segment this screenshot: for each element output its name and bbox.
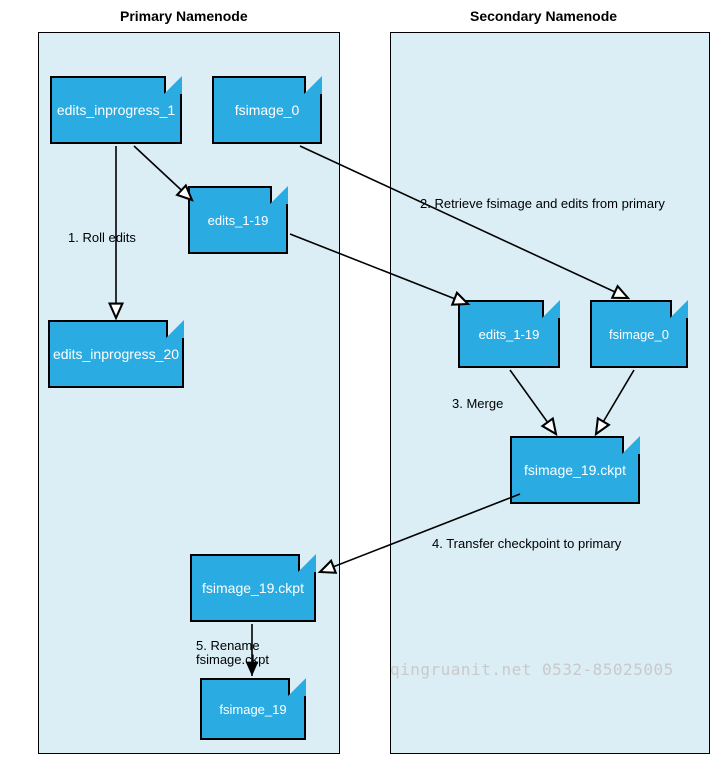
file-label: fsimage_19 bbox=[219, 702, 286, 717]
file-fsimage-0-secondary: fsimage_0 bbox=[590, 300, 688, 368]
page-fold-icon bbox=[288, 678, 306, 696]
file-edits-1-19-secondary: edits_1-19 bbox=[458, 300, 560, 368]
annot-step-1: 1. Roll edits bbox=[68, 230, 136, 247]
page-fold-icon bbox=[304, 76, 322, 94]
file-edits-inprogress-1: edits_inprogress_1 bbox=[50, 76, 182, 144]
file-fsimage-19-ckpt-secondary: fsimage_19.ckpt bbox=[510, 436, 640, 504]
annot-step-2: 2. Retrieve fsimage and edits from prima… bbox=[420, 196, 665, 213]
header-primary: Primary Namenode bbox=[120, 8, 248, 24]
file-fsimage-0-primary: fsimage_0 bbox=[212, 76, 322, 144]
file-label: fsimage_19.ckpt bbox=[202, 580, 304, 596]
page-fold-icon bbox=[164, 76, 182, 94]
page-fold-icon bbox=[298, 554, 316, 572]
file-label: edits_1-19 bbox=[208, 213, 269, 228]
file-fsimage-19-ckpt-primary: fsimage_19.ckpt bbox=[190, 554, 316, 622]
file-fsimage-19: fsimage_19 bbox=[200, 678, 306, 740]
file-edits-1-19-primary: edits_1-19 bbox=[188, 186, 288, 254]
file-label: edits_inprogress_1 bbox=[57, 102, 175, 118]
annot-step-3: 3. Merge bbox=[452, 396, 503, 413]
page-fold-icon bbox=[166, 320, 184, 338]
watermark-text: qingruanit.net 0532-85025005 bbox=[390, 660, 674, 679]
file-label: fsimage_0 bbox=[609, 327, 669, 342]
file-label: fsimage_0 bbox=[235, 102, 300, 118]
file-label: edits_1-19 bbox=[479, 327, 540, 342]
file-label: fsimage_19.ckpt bbox=[524, 462, 626, 478]
page-fold-icon bbox=[670, 300, 688, 318]
file-edits-inprogress-20: edits_inprogress_20 bbox=[48, 320, 184, 388]
annot-step-5b: fsimage.ckpt bbox=[196, 652, 269, 669]
page-fold-icon bbox=[270, 186, 288, 204]
page-fold-icon bbox=[542, 300, 560, 318]
file-label: edits_inprogress_20 bbox=[53, 346, 179, 362]
header-secondary: Secondary Namenode bbox=[470, 8, 617, 24]
panel-secondary bbox=[390, 32, 710, 754]
page-fold-icon bbox=[622, 436, 640, 454]
annot-step-4: 4. Transfer checkpoint to primary bbox=[432, 536, 621, 553]
